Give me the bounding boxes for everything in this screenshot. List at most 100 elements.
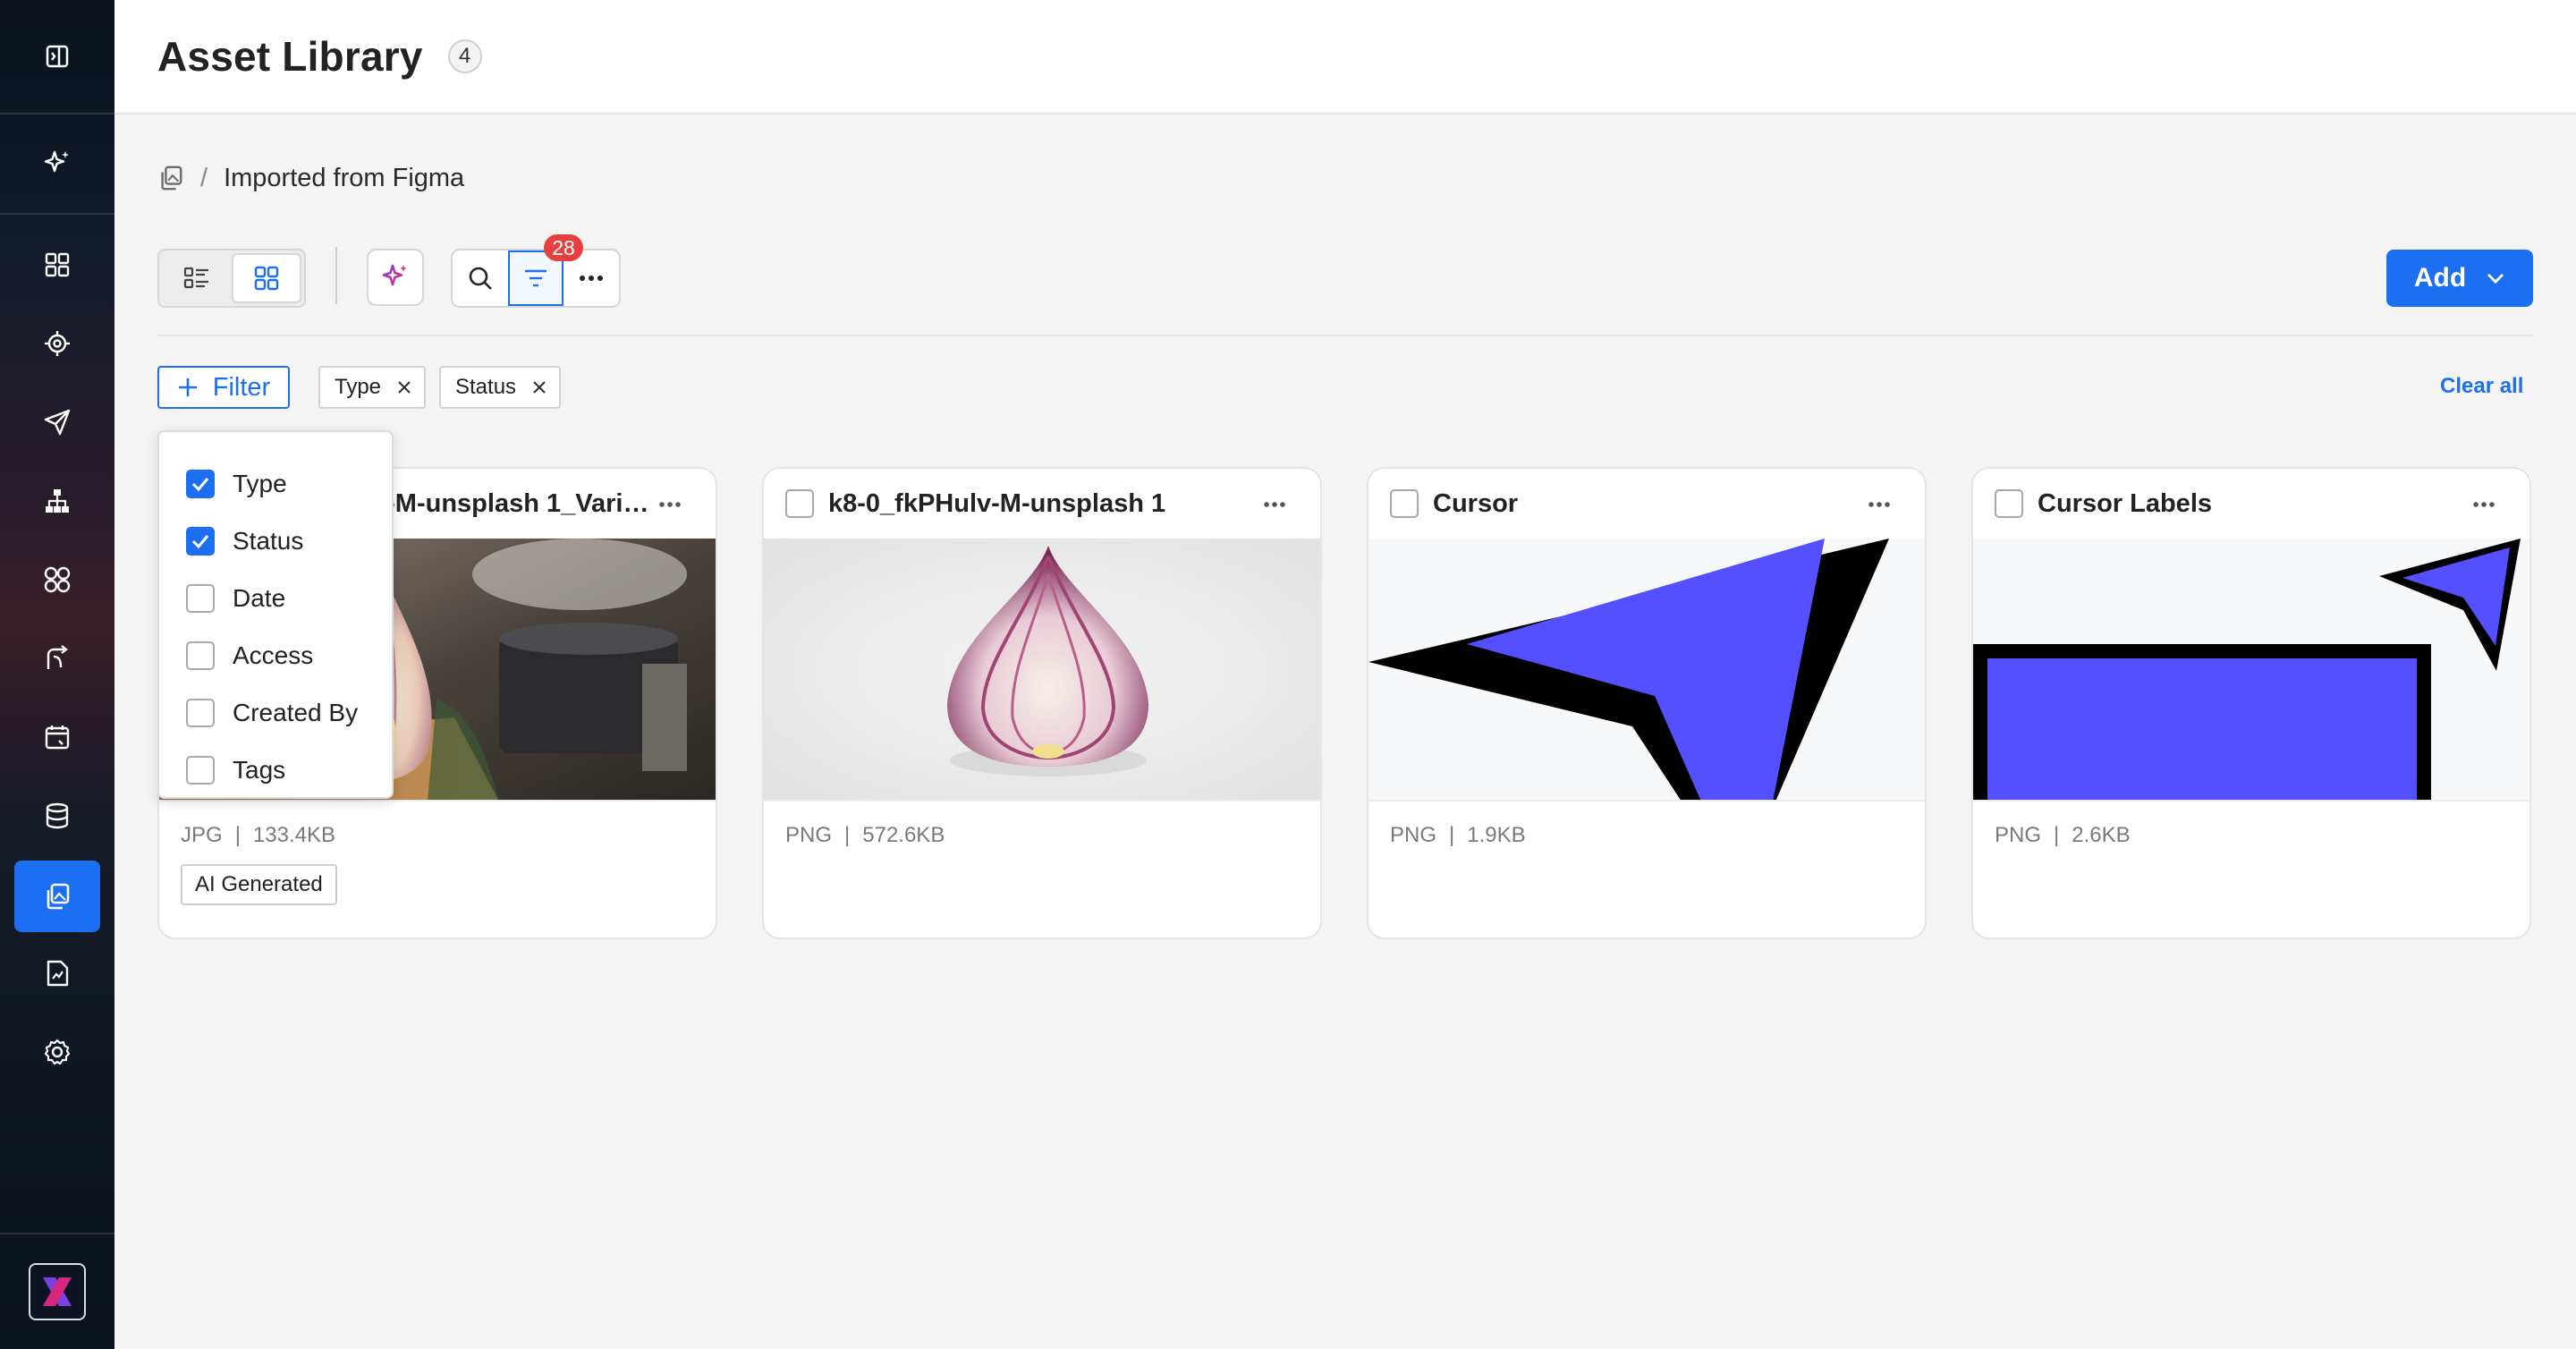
filter-option-label: Created By [233,699,359,726]
ellipsis-icon [2473,502,2495,507]
ai-sparkle-icon [44,150,69,173]
ellipsis-icon [1264,502,1285,507]
meta-separator: | [844,823,851,847]
filter-option-label: Access [233,641,314,669]
sidebar-item-calendar[interactable] [14,701,100,773]
breadcrumb-separator: / [200,163,208,192]
check-icon [191,478,209,491]
breadcrumb-current: Imported from Figma [224,163,465,192]
grid-view-button[interactable] [232,253,301,303]
asset-thumbnail [764,539,1320,802]
sidebar-item-asset-library[interactable] [14,861,100,932]
ellipsis-icon [1868,502,1890,507]
checkbox-unchecked[interactable] [186,699,215,727]
asset-more-button[interactable] [1263,501,1286,508]
asset-more-button[interactable] [1868,501,1891,508]
asset-count-badge: 4 [447,39,482,73]
grid-view-icon [254,266,279,291]
plus-icon [178,378,197,396]
check-icon [191,535,209,548]
ellipsis-icon [580,276,603,281]
asset-checkbox[interactable] [785,489,814,518]
add-button[interactable]: Add [2386,250,2533,307]
asset-more-button[interactable] [658,501,682,508]
add-filter-button[interactable]: Filter [157,366,290,409]
asset-meta: PNG | 1.9KB [1390,823,1526,848]
filter-option-label: Tags [233,756,286,784]
target-icon [45,331,70,356]
clear-all-link[interactable]: Clear all [2440,374,2523,399]
filter-option-created-by[interactable]: Created By [159,684,392,742]
filter-chip-label: Type [335,375,382,399]
hierarchy-icon [46,489,69,513]
filter-chip-status[interactable]: Status [439,366,562,409]
breadcrumb-root[interactable] [157,165,184,191]
filter-option-label: Type [233,470,287,497]
asset-thumbnail [1368,539,1925,802]
view-toggle [157,249,306,308]
asset-card[interactable]: Cursor Labels PNG | 2.6KB [1971,467,2531,939]
search-button[interactable] [453,250,508,306]
dashboard-icon [45,252,70,277]
checkbox-unchecked[interactable] [186,641,215,670]
sidebar-item-ai[interactable] [0,115,114,215]
asset-card[interactable]: Cursor PNG | 1.9KB [1367,467,1927,939]
asset-meta: PNG | 572.6KB [785,823,945,848]
asset-card[interactable]: k8-0_fkPHulv-M-unsplash 1 PNG | 572.6KB [762,467,1322,939]
filter-option-status[interactable]: Status [159,513,392,570]
settings-icon [44,1039,71,1065]
filter-option-type[interactable]: Type [159,455,392,513]
asset-format: PNG [1995,823,2042,847]
asset-meta: PNG | 2.6KB [1995,823,2131,848]
asset-card-header: Cursor [1368,469,1925,539]
ellipsis-icon [659,502,681,507]
checkbox-unchecked[interactable] [186,584,215,613]
sidebar [0,0,114,1349]
meta-separator: | [1449,823,1455,847]
brand-logo[interactable] [29,1263,86,1320]
send-icon [44,409,71,436]
checkbox-checked[interactable] [186,470,215,498]
filter-lines-icon [525,269,547,287]
checkbox-checked[interactable] [186,527,215,556]
sidebar-item-report[interactable] [14,938,100,1009]
page-header: Asset Library 4 [114,0,2576,115]
meta-separator: | [234,823,241,847]
filter-option-date[interactable]: Date [159,570,392,627]
ai-assist-button[interactable] [367,249,424,306]
asset-title: Cursor [1433,488,1519,518]
filter-option-label: Date [233,584,286,612]
sidebar-item-flow[interactable] [14,623,100,694]
list-view-icon [183,267,208,289]
sidebar-item-components[interactable] [14,544,100,615]
asset-library-icon [47,883,70,910]
sidebar-toggle-button[interactable] [0,0,114,115]
sidebar-item-database[interactable] [14,780,100,852]
filter-dropdown: Type Status Date Access Created By Tags [157,430,394,799]
filter-chip-type[interactable]: Type [318,366,427,409]
sidebar-item-dashboard[interactable] [14,229,100,301]
checkbox-unchecked[interactable] [186,756,215,785]
filter-count-badge: 28 [544,234,583,261]
filter-option-label: Status [233,527,304,555]
asset-checkbox[interactable] [1390,489,1419,518]
filter-option-tags[interactable]: Tags [159,742,392,799]
sidebar-item-target[interactable] [14,308,100,379]
meta-separator: | [2054,823,2060,847]
close-icon[interactable] [532,380,547,395]
close-icon[interactable] [397,380,411,395]
sidebar-item-settings[interactable] [14,1016,100,1088]
asset-title: k8-0_fkPHulv-M-unsplash 1 [828,488,1166,518]
asset-more-button[interactable] [2472,501,2496,508]
asset-format: PNG [1390,823,1437,847]
asset-size: 2.6KB [2072,823,2131,847]
search-filter-group [451,249,621,308]
sidebar-item-send[interactable] [14,386,100,458]
search-icon [469,267,492,290]
filter-option-access[interactable]: Access [159,627,392,684]
sidebar-item-hierarchy[interactable] [14,465,100,537]
asset-checkbox[interactable] [1995,489,2023,518]
ai-sparkle-icon [382,264,407,286]
asset-thumbnail [1973,539,2529,802]
list-view-button[interactable] [162,253,232,303]
